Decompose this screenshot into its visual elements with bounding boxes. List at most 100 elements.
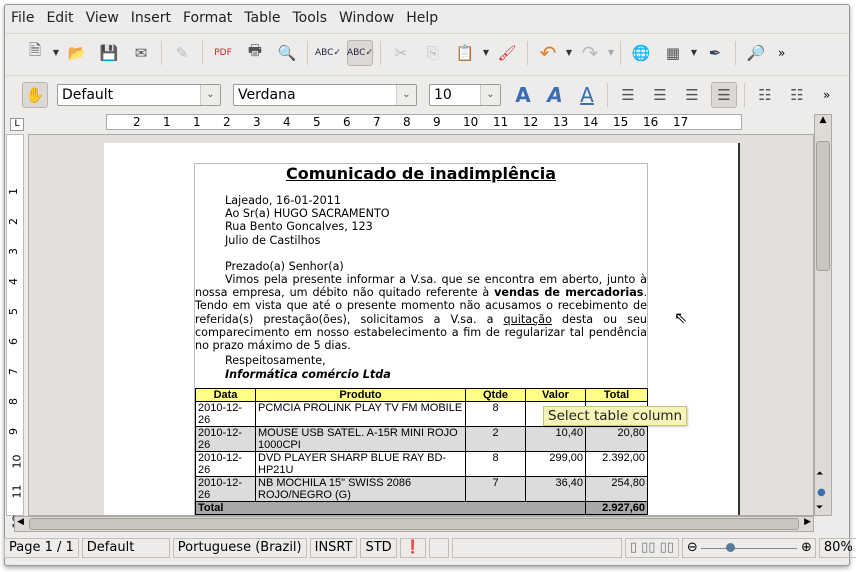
save-icon[interactable]: 💾 — [96, 40, 122, 66]
toolbar-overflow-icon[interactable]: » — [778, 46, 785, 60]
table-cell[interactable]: 2010-12-26 — [195, 450, 256, 477]
selection-mode[interactable]: STD — [360, 538, 397, 558]
menu-tools[interactable]: Tools — [287, 7, 334, 31]
align-center-icon[interactable]: ☰ — [647, 82, 673, 108]
menu-table[interactable]: Table — [238, 7, 286, 31]
header-valor[interactable]: Valor — [525, 387, 586, 402]
table-cell[interactable]: 2.392,00 — [585, 450, 648, 477]
open-folder-icon[interactable]: 📂 — [64, 40, 90, 66]
undo-dropdown[interactable]: ▼ — [564, 48, 574, 57]
align-left-icon[interactable]: ☰ — [615, 82, 641, 108]
menu-view[interactable]: View — [80, 7, 125, 31]
document-area[interactable]: Comunicado de inadimplência Lajeado, 16-… — [28, 134, 814, 516]
table-cell[interactable]: 2 — [465, 425, 526, 452]
bullets-icon[interactable]: ☷ — [784, 82, 810, 108]
total-label[interactable]: Total — [195, 500, 586, 515]
navigator-icon[interactable]: ● — [817, 487, 826, 498]
table-cell[interactable]: 7 — [465, 475, 526, 502]
chevron-down-icon[interactable]: ⌄ — [200, 84, 220, 105]
table-cell[interactable]: DVD PLAYER SHARP BLUE RAY BD-HP21U — [255, 450, 466, 477]
redo-icon[interactable]: ↷ — [577, 40, 603, 66]
table-cell[interactable]: 36,40 — [525, 475, 586, 502]
new-dropdown[interactable]: ▼ — [51, 48, 61, 57]
chevron-down-icon[interactable]: ⌄ — [396, 84, 416, 105]
scroll-thumb[interactable] — [29, 518, 799, 530]
zoom-out-icon[interactable]: ⊖ — [687, 540, 698, 555]
scroll-right-icon[interactable]: ▶ — [804, 517, 811, 527]
page-style[interactable]: Default — [81, 538, 170, 558]
scroll-up-icon[interactable]: ▲ — [815, 115, 831, 125]
undo-icon[interactable]: ↶ — [535, 40, 561, 66]
view-layout-icons[interactable]: ▯ ▯▯ ▯▯ — [624, 538, 679, 558]
horizontal-scrollbar[interactable]: ◀ ▶ — [14, 516, 814, 532]
scroll-thumb[interactable] — [816, 141, 830, 271]
toolbar-overflow-icon[interactable]: » — [823, 88, 830, 102]
menu-format[interactable]: Format — [177, 7, 238, 31]
scroll-left-icon[interactable]: ◀ — [17, 517, 24, 527]
export-pdf-icon[interactable]: PDF — [210, 40, 236, 66]
zoom-level[interactable]: 80% — [818, 538, 856, 558]
underline-icon[interactable]: A — [574, 82, 600, 108]
zoom-in-icon[interactable]: ⊕ — [801, 540, 812, 555]
table-cell[interactable]: 10,40 — [525, 425, 586, 452]
table-cell[interactable]: 2010-12-26 — [195, 475, 256, 502]
copy-icon[interactable]: ⎘ — [420, 40, 446, 66]
header-data[interactable]: Data — [195, 387, 256, 402]
table-cell[interactable]: PCMCIA PROLINK PLAY TV FM MOBILE — [255, 400, 466, 427]
language[interactable]: Portuguese (Brazil) — [172, 538, 307, 558]
previous-page-icon[interactable]: ⏶ — [816, 469, 823, 479]
zoom-slider-thumb[interactable] — [726, 543, 736, 552]
document-body[interactable]: Comunicado de inadimplência Lajeado, 16-… — [194, 163, 648, 515]
print-icon[interactable]: 🖶 — [242, 40, 268, 66]
menu-help[interactable]: Help — [400, 7, 444, 31]
menu-file[interactable]: File — [5, 7, 40, 31]
find-replace-icon[interactable]: 🔎 — [743, 40, 769, 66]
header-total[interactable]: Total — [585, 387, 648, 402]
horizontal-ruler[interactable]: 2 1 1 2 3 4 5 6 7 8 9 10 11 12 13 14 15 16 17 — [106, 114, 742, 130]
show-draw-functions-icon[interactable]: ✒ — [702, 40, 728, 66]
zoom-slider[interactable]: ⊖ ⊕ — [681, 538, 816, 558]
print-preview-icon[interactable]: 🔍 — [274, 40, 300, 66]
table-cell[interactable]: 8 — [465, 400, 526, 427]
header-produto[interactable]: Produto — [255, 387, 466, 402]
justify-icon[interactable]: ☰ — [711, 81, 737, 108]
bold-icon[interactable]: A — [510, 82, 536, 108]
table-cell[interactable]: NB MOCHILA 15" SWISS 2086 ROJO/NEGRO (G) — [255, 475, 466, 502]
format-paintbrush-icon[interactable]: 🖌 — [494, 40, 520, 66]
font-size-select[interactable]: 10 ⌄ — [429, 83, 501, 106]
digital-signature[interactable] — [428, 538, 449, 558]
menu-edit[interactable]: Edit — [40, 7, 79, 31]
table-cell[interactable]: 254,80 — [585, 475, 648, 502]
header-qtde[interactable]: Qtde — [465, 387, 526, 402]
vertical-scrollbar[interactable]: ▲ ⏶ ● ⏷ — [814, 114, 832, 516]
italic-icon[interactable]: A — [542, 82, 568, 108]
font-name-select[interactable]: Verdana ⌄ — [233, 83, 417, 106]
chevron-down-icon[interactable]: ⌄ — [480, 84, 500, 105]
page-indicator[interactable]: Page 1 / 1 — [4, 538, 79, 558]
edit-file-icon[interactable]: ✎ — [169, 40, 195, 66]
autospellcheck-icon[interactable]: ABC✓ — [347, 39, 373, 66]
vertical-ruler[interactable]: 123456789101112 — [6, 134, 24, 529]
tab-stop-selector[interactable]: L — [10, 118, 24, 131]
paste-icon[interactable]: 📋 — [452, 40, 478, 66]
numbering-icon[interactable]: ☷ — [752, 82, 778, 108]
paragraph-style-select[interactable]: Default ⌄ — [57, 83, 221, 106]
table-cell[interactable]: 2010-12-26 — [195, 425, 256, 452]
align-right-icon[interactable]: ☰ — [679, 82, 705, 108]
table-cell[interactable]: MOUSE USB SATEL. A-15R MINI ROJO 1000CPI — [255, 425, 466, 452]
insert-mode[interactable]: INSRT — [309, 538, 358, 558]
table-cell[interactable]: 20,80 — [585, 425, 648, 452]
table-cell[interactable]: 8 — [465, 450, 526, 477]
total-value[interactable]: 2.927,60 — [585, 500, 648, 515]
menu-window[interactable]: Window — [333, 7, 400, 31]
redo-dropdown[interactable]: ▼ — [606, 48, 616, 57]
hyperlink-icon[interactable]: 🌐 — [628, 40, 654, 66]
spellcheck-icon[interactable]: ABC✓ — [315, 40, 341, 66]
paste-dropdown[interactable]: ▼ — [481, 48, 491, 57]
menu-insert[interactable]: Insert — [125, 7, 177, 31]
cut-icon[interactable]: ✂ — [388, 40, 414, 66]
table-cell[interactable]: 2010-12-26 — [195, 400, 256, 427]
styles-formatting-icon[interactable]: ✋ — [22, 81, 48, 108]
table-cell[interactable]: 299,00 — [525, 450, 586, 477]
table-icon[interactable]: ▦ — [660, 40, 686, 66]
